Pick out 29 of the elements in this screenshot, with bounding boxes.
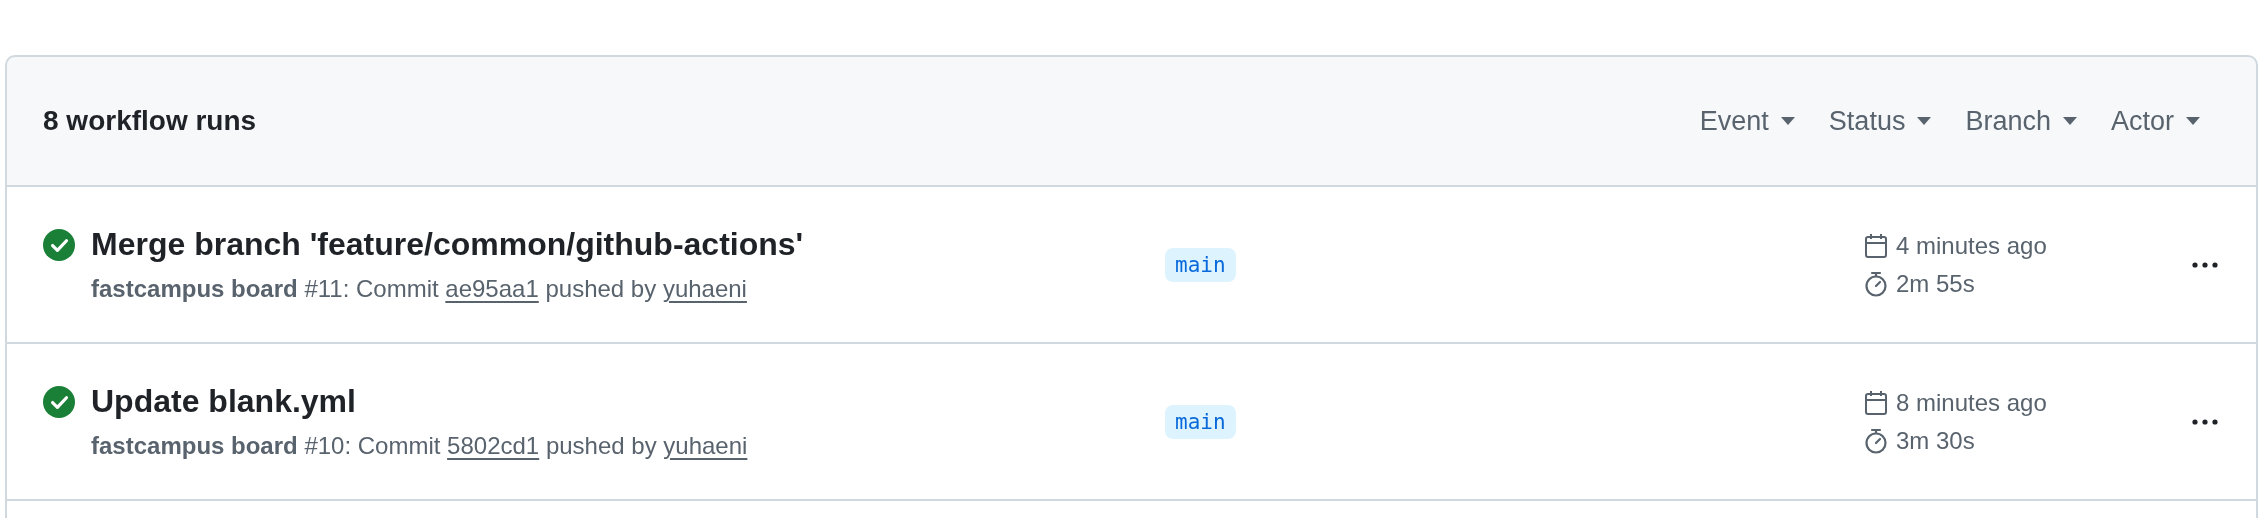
- stopwatch-icon: [1864, 427, 1888, 454]
- filter-dropdown[interactable]: Event: [1699, 105, 1795, 137]
- commit-link[interactable]: 5802cd1: [447, 432, 540, 459]
- kebab-icon: [2192, 261, 2218, 268]
- stopwatch-icon: [1864, 270, 1888, 297]
- run-description: fastcampus board #10: Commit 5802cd1 pushed by yuhaeni: [91, 432, 749, 460]
- actor-link[interactable]: yuhaeni: [663, 432, 748, 459]
- branch-label[interactable]: main: [1165, 404, 1236, 439]
- calendar-icon: [1864, 389, 1888, 416]
- run-description: fastcampus board #11: Commit ae95aa1 pushed by yuhaeni: [91, 275, 748, 303]
- calendar-icon: [1864, 232, 1888, 259]
- filter-dropdown[interactable]: Actor: [2110, 105, 2200, 137]
- run-duration: 2m 55s: [1896, 269, 1975, 298]
- runs-count: 8 workflow runs: [43, 105, 258, 137]
- filter-dropdown[interactable]: Status: [1828, 105, 1932, 137]
- run-date: 8 minutes ago: [1896, 388, 2047, 417]
- run-date: 4 minutes ago: [1896, 231, 2047, 260]
- caret-icon: [1780, 117, 1795, 125]
- run-title[interactable]: Update blank.yml: [91, 383, 1165, 420]
- caret-icon: [2062, 117, 2077, 125]
- actor-link[interactable]: yuhaeni: [662, 275, 747, 302]
- kebab-icon: [2192, 418, 2218, 425]
- caret-icon: [1917, 117, 1932, 125]
- filter-dropdown[interactable]: Branch: [1965, 105, 2077, 137]
- run-duration: 3m 30s: [1896, 426, 1975, 455]
- run-title[interactable]: Merge branch 'feature/common/github-actions': [91, 226, 1165, 263]
- branch-label[interactable]: main: [1165, 247, 1236, 282]
- caret-icon: [2186, 117, 2200, 125]
- commit-link[interactable]: ae95aa1: [445, 275, 539, 302]
